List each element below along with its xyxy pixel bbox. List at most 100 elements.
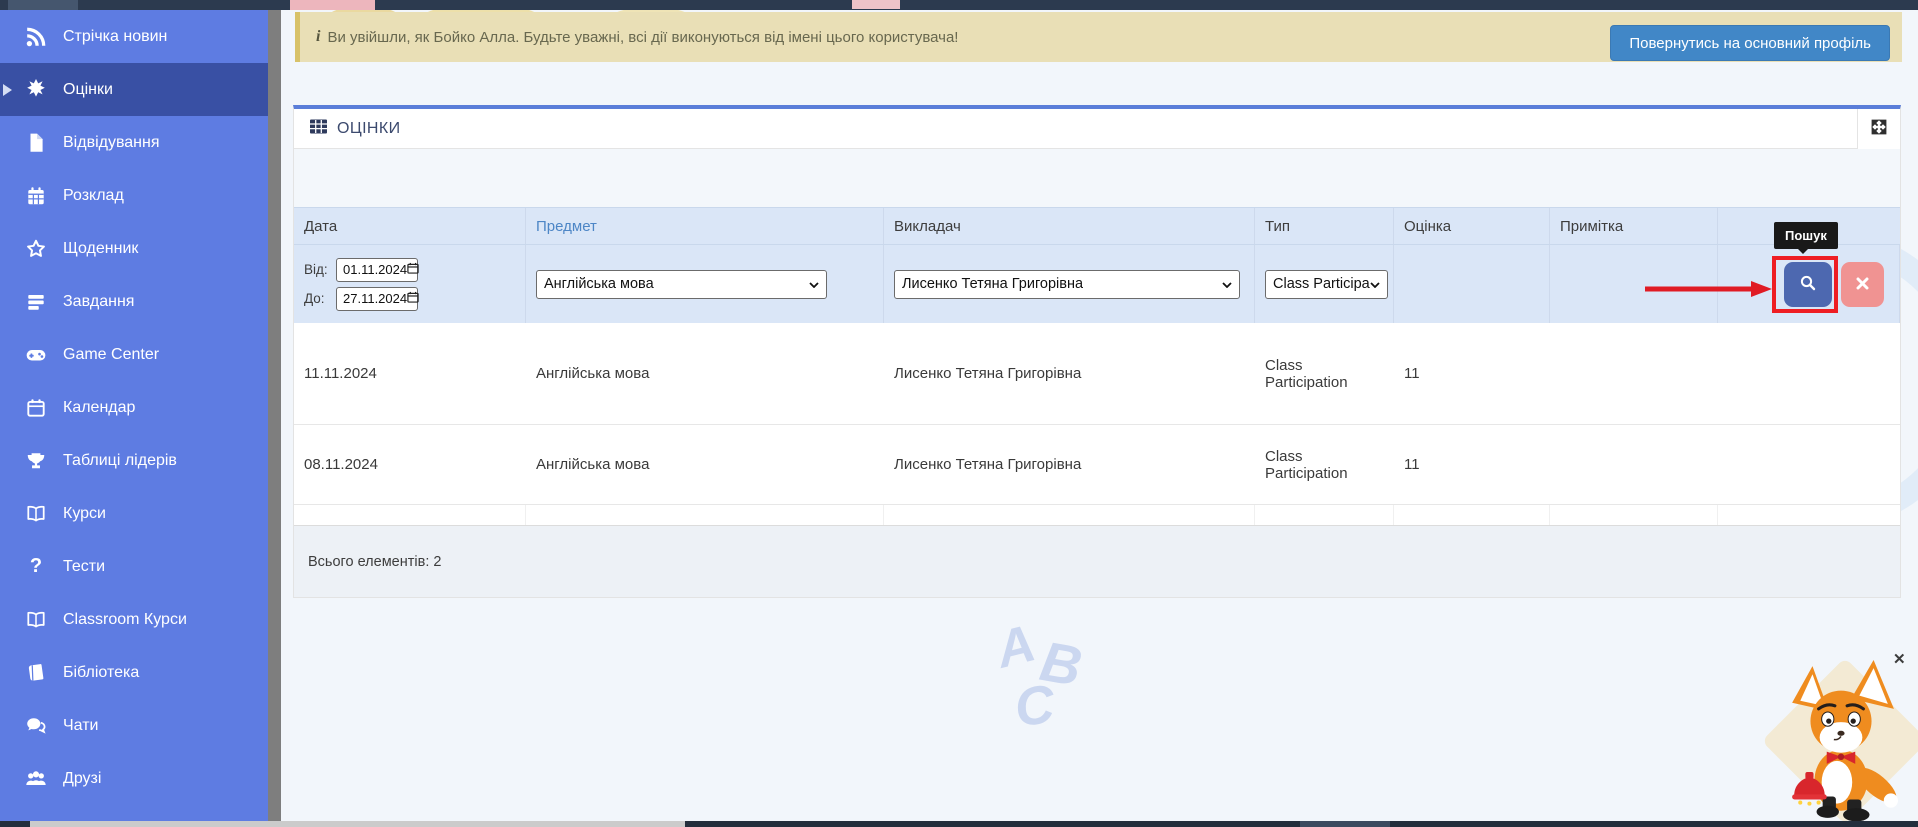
table-grid-icon [310,119,327,139]
chat-bubbles-icon [23,715,49,737]
grades-panel: ОЦІНКИ ДатаПредметВикладачТипОцінкаПримі… [293,105,1901,598]
info-icon: i [316,28,320,46]
sidebar-item-0[interactable]: Стрічка новин [0,10,268,63]
sidebar-item-9[interactable]: Курси [0,487,268,540]
abc-watermark: A B C [997,617,1117,747]
sidebar-item-7[interactable]: Календар [0,381,268,434]
column-header-4: Оцінка [1394,208,1550,244]
expand-arrows-icon [1870,118,1888,141]
sidebar-item-5[interactable]: Завдання [0,275,268,328]
cell-subject: Англійська мова [526,323,884,424]
sidebar-item-label: Classroom Курси [63,611,187,629]
calendar-picker-icon[interactable] [407,291,419,306]
sidebar-item-label: Таблиці лідерів [63,452,177,470]
sidebar-item-4[interactable]: Щоденник [0,222,268,275]
sidebar-item-1[interactable]: Оцінки [0,63,268,116]
watermark-letter: A [990,613,1041,680]
close-icon [1856,277,1869,293]
table-header-row: ДатаПредметВикладачТипОцінкаПримітка [294,207,1900,245]
open-book-icon [23,609,49,631]
close-mascot-button[interactable]: ✕ [1893,650,1906,668]
sidebar-item-label: Відвідування [63,134,160,152]
column-header-0: Дата [294,208,526,244]
cell-actions [1718,425,1900,504]
sidebar-item-14[interactable]: Друзі [0,752,268,805]
sidebar-item-label: Game Center [63,346,159,364]
horizontal-scrollbar [0,821,1918,827]
sidebar-scrollbar[interactable] [268,10,281,827]
cell-note [1550,425,1718,504]
browser-tab-decor [8,0,78,10]
sidebar-item-10[interactable]: ?Тести [0,540,268,593]
annotation-arrow [1645,280,1773,298]
sidebar-item-label: Щоденник [63,240,138,258]
grade-filter-cell [1394,245,1550,323]
teacher-filter-cell: Лисенко Тетяна Григорівна [884,245,1255,323]
calendar-picker-icon[interactable] [407,262,419,277]
trophy-icon [23,450,49,472]
tasks-list-icon [23,291,49,313]
cell-teacher: Лисенко Тетяна Григорівна [884,425,1255,504]
sidebar-item-label: Друзі [63,770,101,788]
cell-date: 11.11.2024 [294,323,526,424]
panel-title: ОЦІНКИ [337,120,401,138]
book-icon [23,662,49,684]
sidebar-item-label: Стрічка новин [63,28,167,46]
table-body: 11.11.2024Англійська моваЛисенко Тетяна … [294,323,1900,505]
sidebar-nav: Стрічка новин Оцінки Відвідування Розклад Що… [0,10,268,827]
grades-burst-icon [23,79,49,101]
teacher-select[interactable]: Лисенко Тетяна Григорівна [894,270,1240,299]
table-filter-row: Від: 01.11.2024 До: 27.11.2024 [294,245,1900,323]
table-row: 08.11.2024Англійська моваЛисенко Тетяна … [294,425,1900,505]
sidebar-item-label: Завдання [63,293,134,311]
sidebar-item-label: Розклад [63,187,124,205]
date-from-input[interactable]: 01.11.2024 [336,258,418,282]
sidebar-item-12[interactable]: Бібліотека [0,646,268,699]
return-to-profile-button[interactable]: Повернутись на основний профіль [1610,25,1890,61]
date-to-input[interactable]: 27.11.2024 [336,287,418,311]
cell-date: 08.11.2024 [294,425,526,504]
fox-mascot [1777,658,1905,826]
panel-footer: Всього елементів: 2 [294,526,1900,597]
cell-note [1550,323,1718,424]
scrollbar-segment [1300,821,1390,827]
watermark-letter: C [1012,673,1057,739]
expand-panel-button[interactable] [1857,109,1900,149]
sidebar-item-11[interactable]: Classroom Курси [0,593,268,646]
cell-grade: 11 [1394,425,1550,504]
impersonation-banner: i Ви увійшли, як Бойко Алла. Будьте уваж… [295,12,1902,62]
subject-select[interactable]: Англійська мова [536,270,827,299]
main-content: A B C i Ви увійшли, як Бойко Алла. Будьт… [281,10,1918,827]
sidebar-item-label: Бібліотека [63,664,139,682]
column-header-5: Примітка [1550,208,1718,244]
sidebar-item-2[interactable]: Відвідування [0,116,268,169]
clear-filters-button[interactable] [1841,262,1884,307]
column-header-1[interactable]: Предмет [526,208,884,244]
cell-grade: 11 [1394,323,1550,424]
sidebar-item-6[interactable]: Game Center [0,328,268,381]
type-select[interactable]: Class Participa [1265,270,1388,299]
cell-subject: Англійська мова [526,425,884,504]
sidebar-item-label: Тести [63,558,105,576]
cell-type: Class Participation [1255,425,1394,504]
banner-text: Ви увійшли, як Бойко Алла. Будьте уважні… [327,29,958,46]
users-group-icon [23,768,49,790]
scrollbar-thumb[interactable] [30,821,685,827]
attendance-file-icon [23,132,49,154]
column-header-3: Тип [1255,208,1394,244]
active-item-marker [3,84,12,96]
sidebar-item-3[interactable]: Розклад [0,169,268,222]
cell-type: Class Participation [1255,323,1394,424]
table-empty-row [294,505,1900,526]
rss-icon [23,26,49,48]
date-filter-cell: Від: 01.11.2024 До: 27.11.2024 [294,245,526,323]
sidebar-item-8[interactable]: Таблиці лідерів [0,434,268,487]
table-row: 11.11.2024Англійська моваЛисенко Тетяна … [294,323,1900,425]
search-button[interactable] [1784,262,1832,307]
sidebar-item-13[interactable]: Чати [0,699,268,752]
schedule-calendar-icon [23,185,49,207]
sidebar-item-label: Оцінки [63,81,113,99]
open-book-icon [23,503,49,525]
decor-pink-shape [290,0,375,10]
sidebar-item-label: Курси [63,505,106,523]
